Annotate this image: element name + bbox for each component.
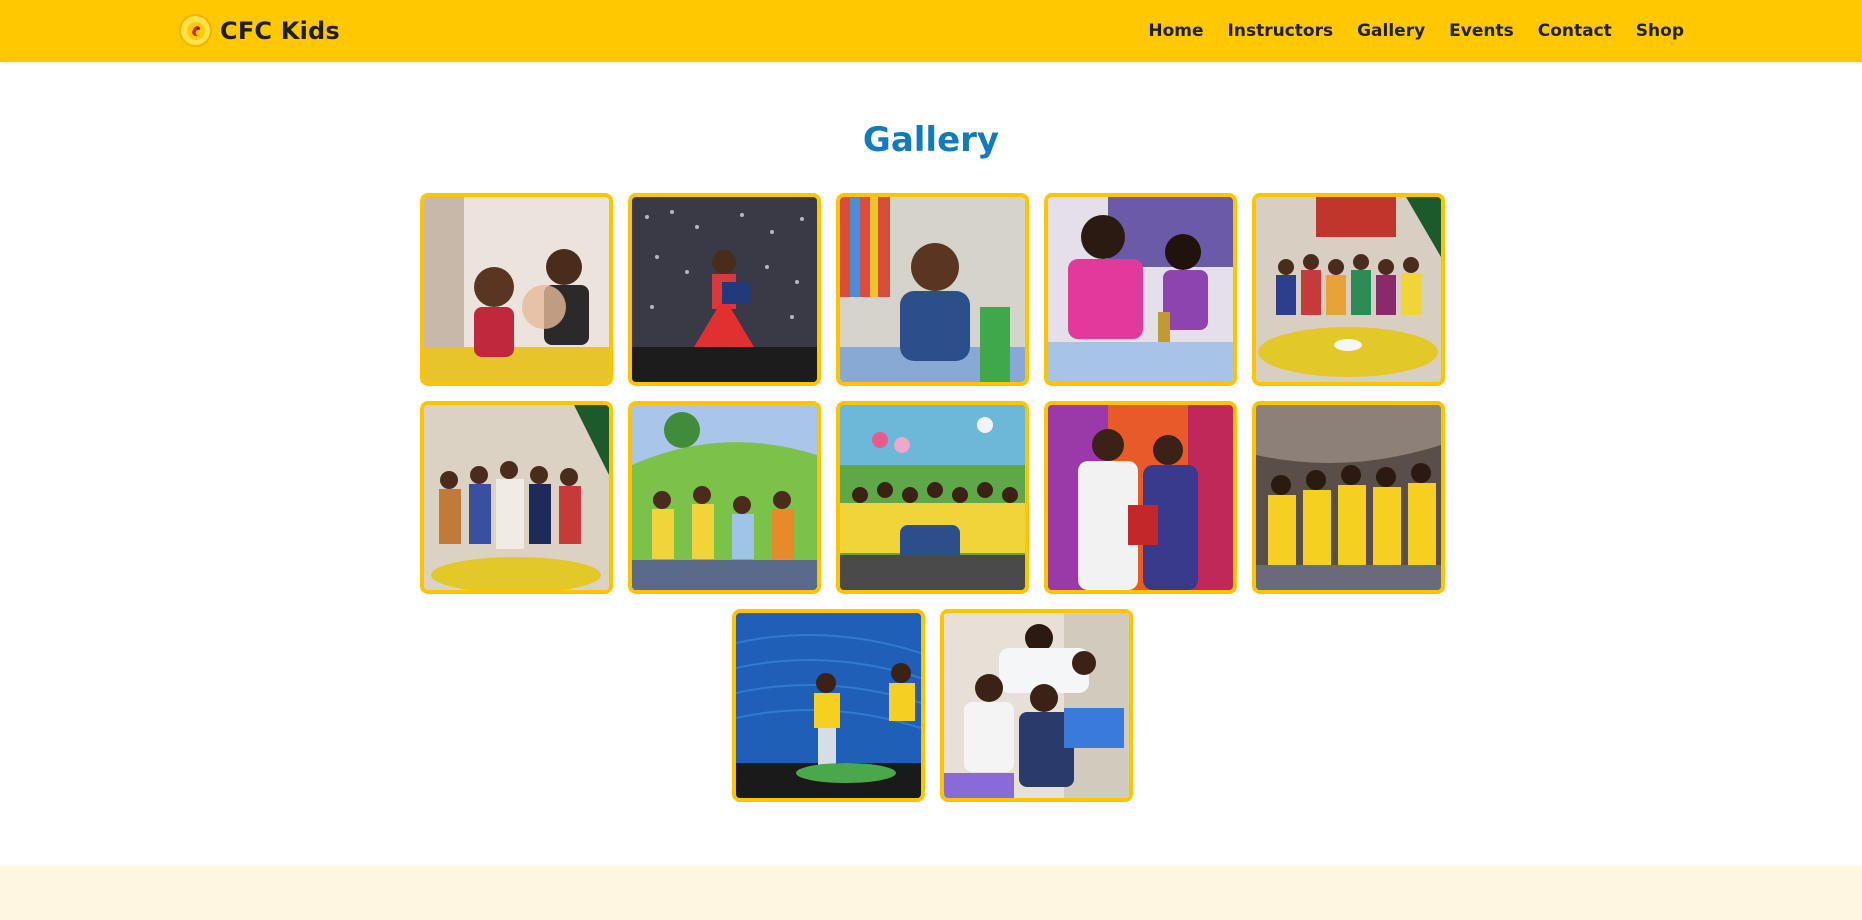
page-title: Gallery <box>862 120 1000 160</box>
gallery-photo-9[interactable] <box>1044 401 1237 594</box>
nav-home[interactable]: Home <box>1148 21 1203 41</box>
gallery-photo-7[interactable] <box>628 401 821 594</box>
nav-gallery[interactable]: Gallery <box>1357 21 1425 41</box>
main-nav: Home Instructors Gallery Events Contact … <box>1124 0 1684 62</box>
nav-events[interactable]: Events <box>1449 21 1514 41</box>
brand-home-link[interactable]: CFC Kids <box>179 14 340 47</box>
gallery-photo-4[interactable] <box>1044 193 1237 386</box>
cfc-kids-logo-icon <box>179 14 212 47</box>
nav-contact[interactable]: Contact <box>1538 21 1612 41</box>
gallery-photo-12[interactable] <box>940 609 1133 802</box>
gallery-photo-10[interactable] <box>1252 401 1445 594</box>
top-navbar: CFC Kids Home Instructors Gallery Events… <box>0 0 1862 62</box>
page-footer <box>0 866 1862 920</box>
nav-instructors[interactable]: Instructors <box>1228 21 1334 41</box>
gallery-photo-1[interactable] <box>420 193 613 386</box>
gallery-photo-5[interactable] <box>1252 193 1445 386</box>
nav-shop[interactable]: Shop <box>1636 21 1684 41</box>
gallery-photo-8[interactable] <box>836 401 1029 594</box>
gallery-photo-6[interactable] <box>420 401 613 594</box>
gallery-photo-3[interactable] <box>836 193 1029 386</box>
gallery-photo-2[interactable] <box>628 193 821 386</box>
brand-name: CFC Kids <box>220 16 340 45</box>
gallery-photo-11[interactable] <box>732 609 925 802</box>
